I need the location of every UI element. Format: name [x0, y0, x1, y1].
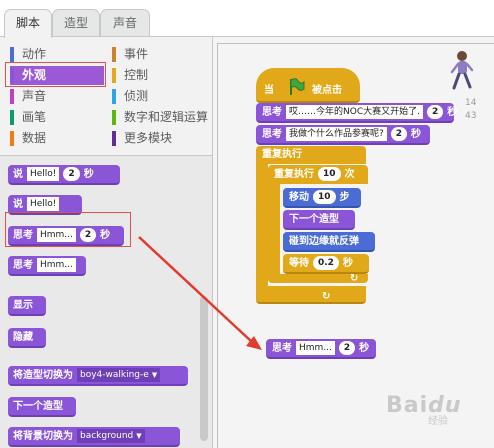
watermark-suffix: 经验	[428, 416, 448, 427]
drag-arrow-icon	[138, 236, 262, 350]
tab-scripts[interactable]: 脚本	[4, 9, 52, 38]
baidu-watermark-logo: Baidu	[386, 393, 462, 418]
